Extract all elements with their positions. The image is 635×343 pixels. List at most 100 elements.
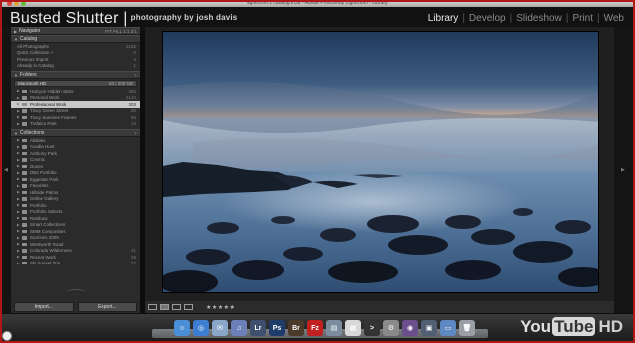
import-export-bar: Import... Export...: [11, 301, 140, 313]
folder-icon: [22, 122, 27, 126]
folder-item-label: Personal Work: [30, 95, 60, 101]
compare-view-icon[interactable]: [172, 304, 181, 310]
photoshop-icon[interactable]: Ps: [269, 320, 285, 336]
collections-header[interactable]: ▼ Collections +: [11, 129, 140, 137]
collection-item-label: Portfolio: [30, 202, 47, 208]
navigator-header[interactable]: ▶ Navigator FIT FILL 1:1 3:1: [11, 27, 140, 35]
collection-icon: [22, 203, 27, 207]
catalog-item-count: 4: [133, 56, 136, 62]
right-panel-toggle-strip[interactable]: ▶: [614, 27, 633, 313]
filezilla-icon[interactable]: Fz: [307, 320, 323, 336]
folder-item-count: 15: [130, 121, 136, 127]
catalog-item[interactable]: Already in Catalog 1: [11, 63, 140, 70]
identity-plate-name: Busted Shutter |: [10, 10, 128, 27]
collection-item-label: Eggestar Park: [30, 176, 59, 182]
youtube-hd-text: HD: [598, 317, 623, 336]
folders-header[interactable]: ▼ Folders +: [11, 71, 140, 79]
expand-right-icon[interactable]: ▶: [621, 167, 625, 173]
identity-plate: Busted Shutter | photography by josh davi…: [10, 10, 237, 28]
panel-end-ornament: [66, 289, 86, 295]
collection-item-label: Portfolio Selects: [30, 209, 63, 215]
catalog-item-count: 1: [133, 63, 136, 69]
collection-item-label: SMM Composites: [30, 228, 66, 234]
loupe-view: [145, 27, 614, 301]
collection-item-label: Online Gallery: [30, 196, 59, 202]
add-folder-icon[interactable]: +: [134, 73, 137, 78]
photo-app-icon[interactable]: ◉: [402, 320, 418, 336]
left-panel-toggle-strip[interactable]: ◀: [2, 27, 11, 313]
calendar-icon[interactable]: ▦: [345, 320, 361, 336]
folder-item-label: Professional Work: [30, 101, 67, 107]
catalog-item-label: Previous Import: [17, 56, 49, 62]
collection-icon: [22, 184, 27, 188]
import-button[interactable]: Import...: [14, 302, 74, 312]
folders-title: Folders: [19, 72, 37, 78]
folder-item[interactable]: ▶ Trafalco Park 15: [11, 121, 140, 128]
collection-icon: [22, 158, 27, 162]
folder-icon: [22, 115, 27, 119]
volume-header[interactable]: Macintosh HD 50 / 200 GB: [14, 80, 137, 87]
collection-item[interactable]: ▶ Ski Sunset Trip 27: [11, 261, 140, 264]
trash-icon[interactable]: 🗑: [459, 320, 475, 336]
bridge-icon[interactable]: Br: [288, 320, 304, 336]
survey-view-icon[interactable]: [184, 304, 193, 310]
export-button[interactable]: Export...: [77, 302, 137, 312]
folder-list: ▶ Halcyon Hidden Stars 355 ▶ Personal Work 21…: [11, 88, 140, 127]
collection-item-label: Cosmic: [30, 157, 46, 163]
collapse-left-icon[interactable]: ◀: [4, 167, 8, 173]
folder-item-label: Tracy Sunrises Frames: [30, 114, 77, 120]
preview-icon[interactable]: ▤: [326, 320, 342, 336]
catalog-item-label: Already in Catalog: [17, 63, 54, 69]
finder-icon[interactable]: ☺: [174, 320, 190, 336]
collection-icon: [22, 151, 27, 155]
rating-stars[interactable]: ★★★★★: [206, 304, 235, 311]
grid-view-icon[interactable]: [148, 304, 157, 310]
loupe-view-icon[interactable]: [160, 304, 169, 310]
collection-icon: [22, 249, 27, 253]
catalog-header[interactable]: ▼ Catalog: [11, 35, 140, 43]
collection-icon: [22, 177, 27, 181]
add-collection-icon[interactable]: +: [134, 131, 137, 136]
lightroom-icon[interactable]: Lr: [250, 320, 266, 336]
module-separator: |: [462, 13, 465, 24]
folder-item-count: 303: [128, 101, 136, 107]
module-print[interactable]: Print: [571, 13, 594, 24]
collection-icon: [22, 216, 27, 220]
system-prefs-icon[interactable]: ⚙: [383, 320, 399, 336]
collection-item-label: DB2 Portfolio: [30, 170, 57, 176]
navigator-zoom-options[interactable]: FIT FILL 1:1 3:1: [105, 29, 137, 34]
expand-triangle-icon: ▶: [14, 28, 18, 34]
folder-icon[interactable]: ▭: [440, 320, 456, 336]
folder-icon: [22, 102, 27, 106]
safari-icon[interactable]: ◎: [193, 320, 209, 336]
mac-dock: ☺ ◎ ✉ ♫ Lr Ps Br Fz ▤ ▦ > ⚙ ◉ ▣ ▭ 🗑 You Tube HD: [2, 314, 633, 341]
collection-icon: [22, 190, 27, 194]
module-separator: |: [565, 13, 569, 24]
collapse-triangle-icon: ▼: [14, 72, 18, 78]
volume-name: Macintosh HD: [18, 81, 47, 86]
collection-item-label: Dunes: [30, 163, 44, 169]
screen-icon[interactable]: ▣: [421, 320, 437, 336]
module-library[interactable]: Library: [427, 13, 460, 24]
module-web[interactable]: Web: [603, 13, 625, 24]
youtube-tube-text: Tube: [552, 317, 596, 336]
module-develop[interactable]: Develop: [468, 13, 507, 24]
collection-icon: [22, 210, 27, 214]
folder-icon: [22, 96, 27, 100]
photo-preview[interactable]: [162, 31, 599, 293]
catalog-item-count: 2165: [125, 43, 136, 49]
left-panel: ▶ Navigator FIT FILL 1:1 3:1 ▼ Catalog A…: [11, 27, 140, 313]
corner-badge-icon: [2, 331, 12, 341]
collection-item-label: Rainbow: [30, 215, 48, 221]
terminal-icon[interactable]: >: [364, 320, 380, 336]
folder-item-label: Trafalco Park: [30, 121, 57, 127]
module-slideshow[interactable]: Slideshow: [515, 13, 563, 24]
collection-item-label: Ski Sunset Trip: [30, 261, 61, 264]
itunes-icon[interactable]: ♫: [231, 320, 247, 336]
mail-icon[interactable]: ✉: [212, 320, 228, 336]
identity-plate-tagline: photography by josh davis: [130, 13, 238, 22]
module-separator: |: [597, 13, 600, 24]
collection-item-label: Favorites: [30, 183, 49, 189]
module-separator: |: [509, 13, 513, 24]
collection-icon: [22, 262, 27, 264]
